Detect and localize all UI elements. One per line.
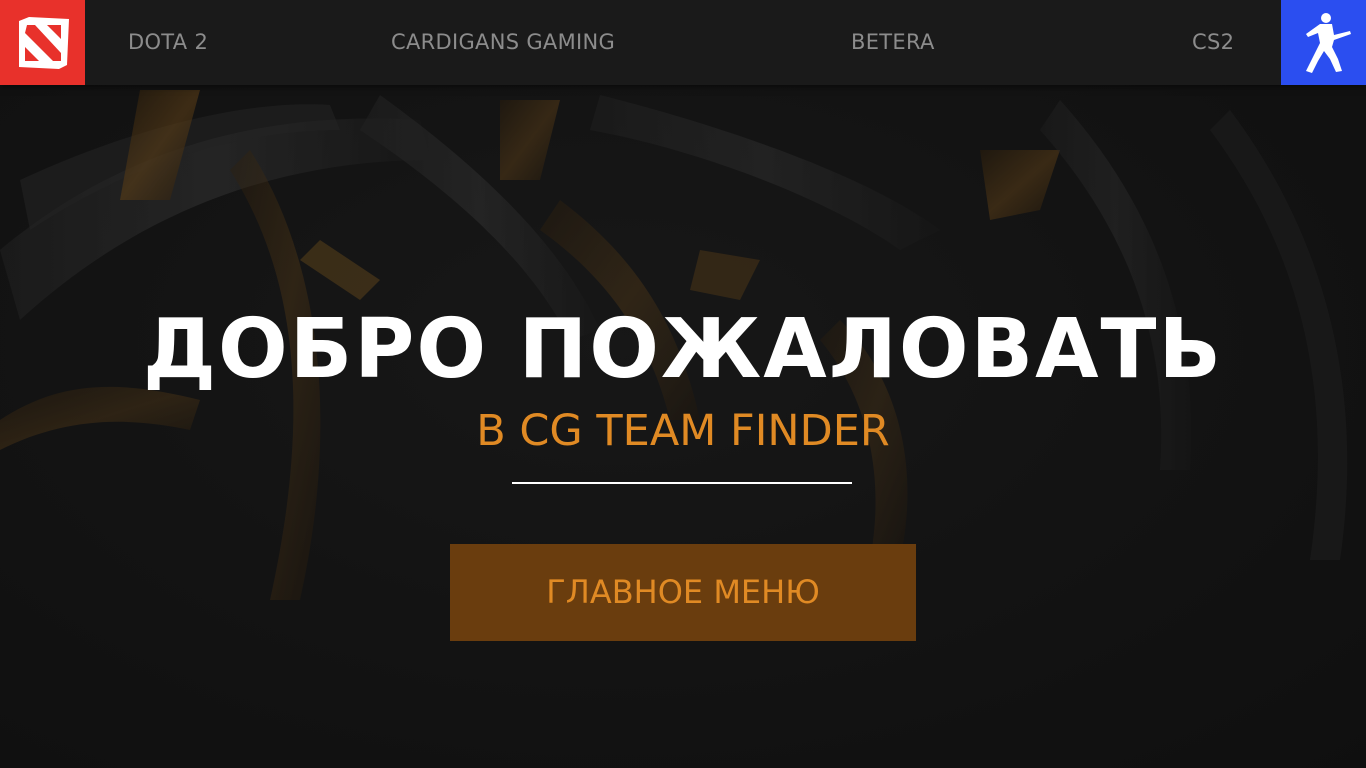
nav-item-cs2[interactable]: CS2 xyxy=(1192,0,1234,85)
nav-item-betera[interactable]: BETERA xyxy=(851,0,935,85)
nav-item-cardigans-gaming[interactable]: CARDIGANS GAMING xyxy=(391,0,615,85)
cs2-logo-icon[interactable] xyxy=(1281,0,1366,85)
welcome-page: DOTA 2 CARDIGANS GAMING BETERA CS2 ДОБРО… xyxy=(0,0,1366,768)
welcome-subtitle: В CG TEAM FINDER xyxy=(476,406,890,456)
top-nav: DOTA 2 CARDIGANS GAMING BETERA CS2 xyxy=(0,0,1366,85)
cs2-logo-icon xyxy=(1305,12,1351,73)
dota2-logo-icon[interactable] xyxy=(0,0,85,85)
nav-item-dota2[interactable]: DOTA 2 xyxy=(128,0,208,85)
welcome-title: ДОБРО ПОЖАЛОВАТЬ xyxy=(143,302,1223,397)
main-menu-button[interactable]: ГЛАВНОЕ МЕНЮ xyxy=(450,544,916,641)
title-divider xyxy=(512,482,852,484)
dota2-logo-icon xyxy=(18,16,69,69)
